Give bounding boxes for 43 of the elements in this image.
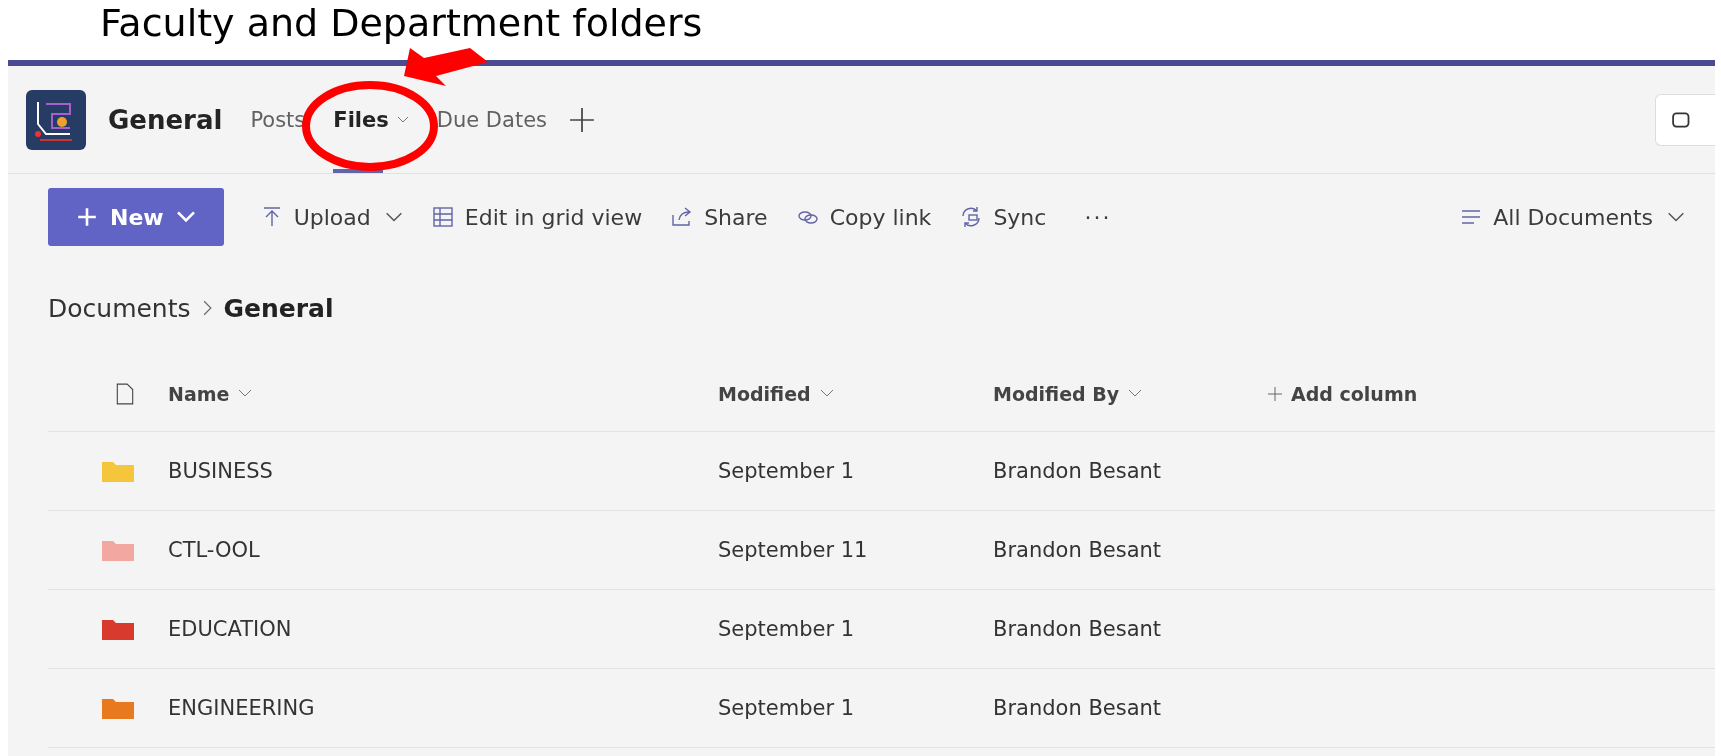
folder-name[interactable]: BUSINESS xyxy=(168,459,273,483)
chevron-down-icon xyxy=(1667,211,1685,223)
plus-icon xyxy=(76,206,98,228)
toolbar-button[interactable]: Edit in grid view xyxy=(416,204,657,230)
toolbar-button[interactable]: Copy link xyxy=(781,204,946,230)
table-cell: September 1 xyxy=(718,459,855,483)
folder-name[interactable]: ENGINEERING xyxy=(168,696,315,720)
team-logo-icon xyxy=(26,89,86,150)
channel-tab[interactable]: Files xyxy=(319,66,423,173)
chevron-down-icon xyxy=(1128,389,1143,398)
table-cell: Brandon Besant xyxy=(993,617,1162,641)
table-cell: September 1 xyxy=(718,617,855,641)
toolbar-button[interactable]: Sync xyxy=(945,204,1061,230)
toolbar-button[interactable]: Share xyxy=(656,204,782,230)
add-tab-icon[interactable] xyxy=(569,106,595,133)
column-header[interactable]: Name xyxy=(168,382,253,405)
folder-name[interactable]: CTL-OOL xyxy=(168,538,260,562)
channel-tab[interactable]: Due Dates xyxy=(422,66,561,173)
column-header[interactable]: Modified By xyxy=(993,382,1143,405)
table-cell: Brandon Besant xyxy=(993,538,1162,562)
folder-name[interactable]: EDUCATION xyxy=(168,617,292,641)
new-button[interactable]: New xyxy=(48,188,224,246)
toolbar-button[interactable]: Upload xyxy=(245,204,417,230)
channel-name: General xyxy=(108,104,223,135)
add-column-button[interactable]: Add column xyxy=(1268,382,1418,405)
breadcrumb-item: General xyxy=(223,293,334,323)
grid-icon xyxy=(430,205,455,229)
chevron-down-icon xyxy=(175,211,196,223)
breadcrumb-item[interactable]: Documents xyxy=(48,293,191,323)
table-cell: September 1 xyxy=(718,696,855,720)
view-selector[interactable]: All Documents xyxy=(1445,204,1699,230)
chevron-down-icon xyxy=(238,389,253,398)
table-cell: Brandon Besant xyxy=(993,459,1162,483)
file-type-icon xyxy=(116,382,134,405)
plus-icon xyxy=(1268,386,1282,401)
table-cell: Brandon Besant xyxy=(993,696,1162,720)
slide-heading: Faculty and Department folders xyxy=(100,0,703,46)
meet-button[interactable] xyxy=(1655,93,1715,146)
column-header[interactable]: Modified xyxy=(718,382,834,405)
table-cell: September 11 xyxy=(718,538,868,562)
more-button[interactable]: ··· xyxy=(1060,204,1136,230)
chevron-right-icon xyxy=(202,300,212,316)
chevron-down-icon xyxy=(819,389,834,398)
